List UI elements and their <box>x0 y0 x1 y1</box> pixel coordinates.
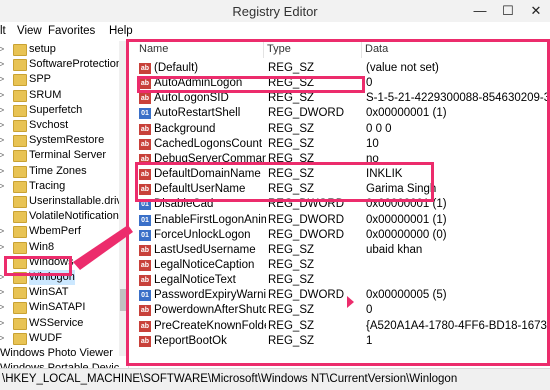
annotation-arrows <box>73 225 354 308</box>
triangle-marker-icon <box>347 296 354 308</box>
pointer-arrow-icon <box>73 225 133 270</box>
